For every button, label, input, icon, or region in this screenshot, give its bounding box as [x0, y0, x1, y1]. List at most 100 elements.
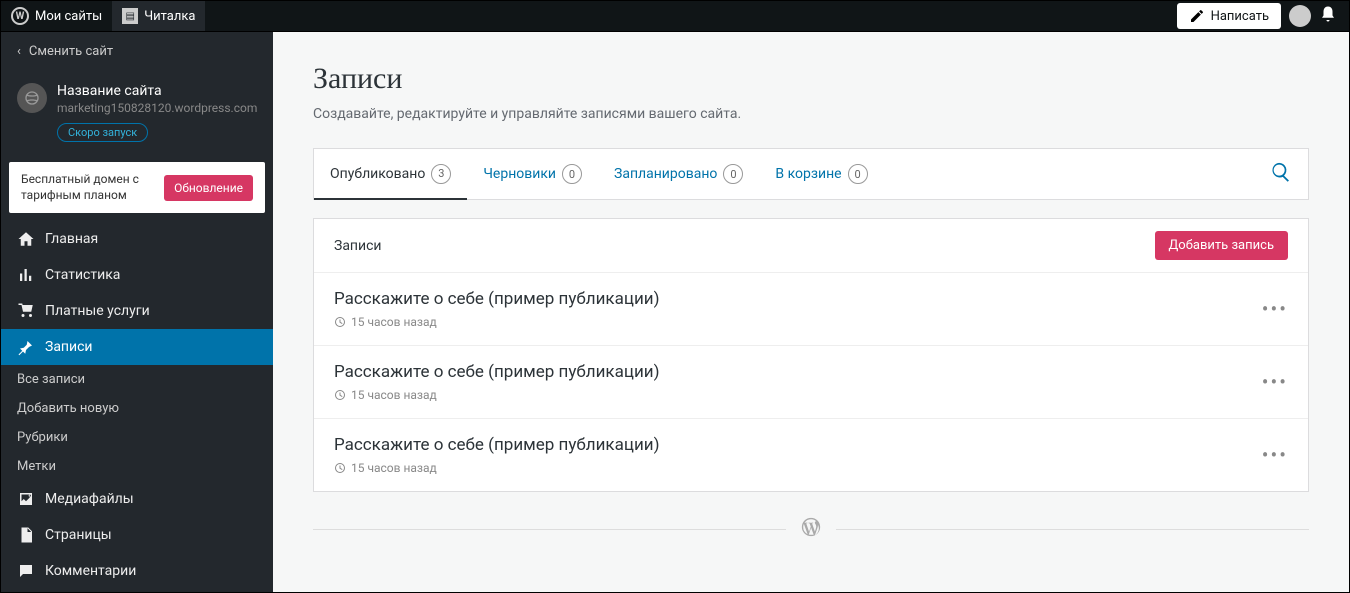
upgrade-text: Бесплатный домен с тарифным планом: [21, 172, 156, 203]
post-row[interactable]: Расскажите о себе (пример публикации) 15…: [314, 419, 1308, 491]
nav-home[interactable]: Главная: [1, 221, 273, 257]
search-button[interactable]: [1254, 149, 1308, 199]
post-time: 15 часов назад: [351, 315, 437, 329]
home-icon: [17, 230, 35, 248]
post-meta: 15 часов назад: [334, 388, 659, 402]
tabs: Опубликовано 3 Черновики 0 Запланировано…: [313, 148, 1309, 200]
content: Записи Создавайте, редактируйте и управл…: [273, 32, 1349, 592]
clock-icon: [334, 316, 346, 328]
write-label: Написать: [1211, 9, 1269, 24]
reader-label: Читалка: [144, 9, 195, 24]
sub-categories[interactable]: Рубрики: [1, 423, 273, 452]
reader-icon: ▤: [122, 8, 138, 24]
post-meta: 15 часов назад: [334, 461, 659, 475]
tab-scheduled-count: 0: [723, 164, 743, 184]
write-button[interactable]: Написать: [1177, 3, 1281, 29]
nav-paid-label: Платные услуги: [45, 303, 150, 319]
topbar-left: W Мои сайты ▤ Читалка: [1, 1, 205, 31]
nav-media[interactable]: Медиафайлы: [1, 481, 273, 517]
nav-stats[interactable]: Статистика: [1, 257, 273, 293]
post-meta: 15 часов назад: [334, 315, 659, 329]
site-info[interactable]: Название сайта marketing150828120.wordpr…: [1, 71, 273, 154]
more-button[interactable]: •••: [1262, 297, 1288, 321]
pin-icon: [17, 338, 35, 356]
tab-published[interactable]: Опубликовано 3: [314, 150, 467, 200]
launch-badge: Скоро запуск: [57, 123, 148, 142]
sub-add-new[interactable]: Добавить новую: [1, 394, 273, 423]
stats-icon: [17, 266, 35, 284]
nav-posts[interactable]: Записи: [1, 329, 273, 365]
post-row[interactable]: Расскажите о себе (пример публикации) 15…: [314, 273, 1308, 346]
sidebar: ‹ Сменить сайт Название сайта marketing1…: [1, 32, 273, 592]
post-title: Расскажите о себе (пример публикации): [334, 435, 659, 455]
posts-list: Записи Добавить запись Расскажите о себе…: [313, 218, 1309, 492]
main-wrap: ‹ Сменить сайт Название сайта marketing1…: [0, 32, 1350, 593]
comments-icon: [17, 562, 35, 580]
more-button[interactable]: •••: [1262, 370, 1288, 394]
tab-scheduled-label: Запланировано: [614, 166, 717, 182]
page-title: Записи: [313, 62, 1309, 96]
post-row[interactable]: Расскажите о себе (пример публикации) 15…: [314, 346, 1308, 419]
media-icon: [17, 490, 35, 508]
footer: [313, 516, 1309, 542]
upgrade-button[interactable]: Обновление: [164, 175, 253, 201]
page-description: Создавайте, редактируйте и управляйте за…: [313, 106, 1309, 122]
nav-pages[interactable]: Страницы: [1, 517, 273, 553]
post-content: Расскажите о себе (пример публикации) 15…: [334, 289, 659, 329]
nav-stats-label: Статистика: [45, 267, 120, 283]
post-title: Расскажите о себе (пример публикации): [334, 362, 659, 382]
nav-home-label: Главная: [45, 231, 98, 247]
wordpress-footer-icon: [800, 516, 822, 542]
search-icon: [1270, 161, 1292, 183]
more-button[interactable]: •••: [1262, 443, 1288, 467]
my-sites-label: Мои сайты: [35, 9, 102, 24]
post-title: Расскажите о себе (пример публикации): [334, 289, 659, 309]
tab-trash-label: В корзине: [775, 166, 841, 182]
cart-icon: [17, 302, 35, 320]
divider: [313, 529, 786, 530]
reader-button[interactable]: ▤ Читалка: [112, 1, 205, 31]
clock-icon: [334, 389, 346, 401]
posts-header: Записи Добавить запись: [314, 219, 1308, 273]
post-content: Расскажите о себе (пример публикации) 15…: [334, 362, 659, 402]
clock-icon: [334, 462, 346, 474]
tab-published-count: 3: [431, 164, 451, 184]
tab-drafts-count: 0: [562, 164, 582, 184]
tab-published-label: Опубликовано: [330, 166, 425, 182]
site-text: Название сайта marketing150828120.wordpr…: [57, 83, 257, 142]
tab-scheduled[interactable]: Запланировано 0: [598, 150, 759, 198]
switch-site-button[interactable]: ‹ Сменить сайт: [1, 32, 273, 71]
switch-site-label: Сменить сайт: [29, 44, 113, 59]
site-name: Название сайта: [57, 83, 257, 99]
upgrade-box: Бесплатный домен с тарифным планом Обнов…: [9, 162, 265, 213]
nav-media-label: Медиафайлы: [45, 491, 134, 507]
notifications-icon[interactable]: [1319, 5, 1337, 27]
pages-icon: [17, 526, 35, 544]
nav-paid[interactable]: Платные услуги: [1, 293, 273, 329]
sub-all-posts[interactable]: Все записи: [1, 365, 273, 394]
post-time: 15 часов назад: [351, 388, 437, 402]
tab-drafts-label: Черновики: [483, 166, 556, 182]
my-sites-button[interactable]: W Мои сайты: [1, 1, 112, 31]
topbar: W Мои сайты ▤ Читалка Написать: [0, 0, 1350, 32]
user-avatar[interactable]: [1289, 5, 1311, 27]
nav-comments[interactable]: Комментарии: [1, 553, 273, 589]
pencil-icon: [1189, 8, 1205, 24]
tab-trash[interactable]: В корзине 0: [759, 150, 883, 198]
tab-drafts[interactable]: Черновики 0: [467, 150, 598, 198]
nav-posts-label: Записи: [45, 339, 93, 355]
nav-comments-label: Комментарии: [45, 563, 136, 579]
wordpress-logo-icon: W: [11, 7, 29, 25]
post-content: Расскажите о себе (пример публикации) 15…: [334, 435, 659, 475]
topbar-right: Написать: [1177, 3, 1349, 29]
chevron-left-icon: ‹: [17, 44, 21, 59]
tab-trash-count: 0: [848, 164, 868, 184]
sub-tags[interactable]: Метки: [1, 452, 273, 481]
posts-header-title: Записи: [334, 238, 382, 254]
divider: [836, 529, 1309, 530]
add-post-button[interactable]: Добавить запись: [1155, 231, 1288, 260]
site-url: marketing150828120.wordpress.com: [57, 101, 257, 115]
globe-icon: [17, 83, 47, 113]
post-time: 15 часов назад: [351, 461, 437, 475]
nav-pages-label: Страницы: [45, 527, 112, 543]
